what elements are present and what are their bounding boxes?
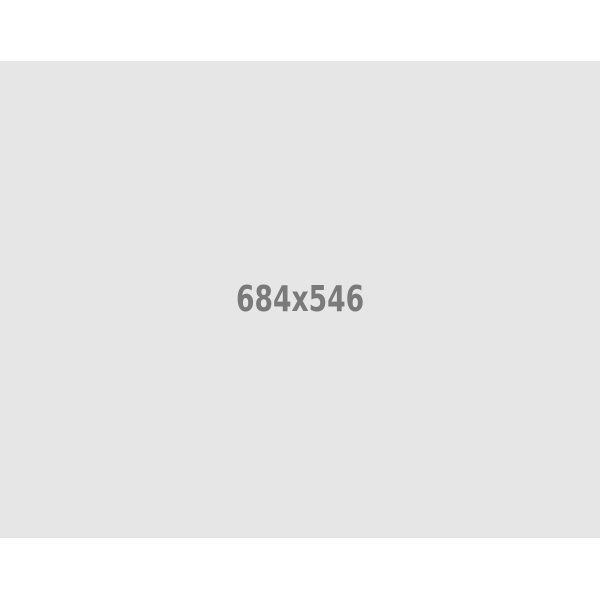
page: 684x546 <box>0 0 600 600</box>
placeholder-image: 684x546 <box>0 61 600 538</box>
placeholder-dimensions-label: 684x546 <box>236 279 364 320</box>
